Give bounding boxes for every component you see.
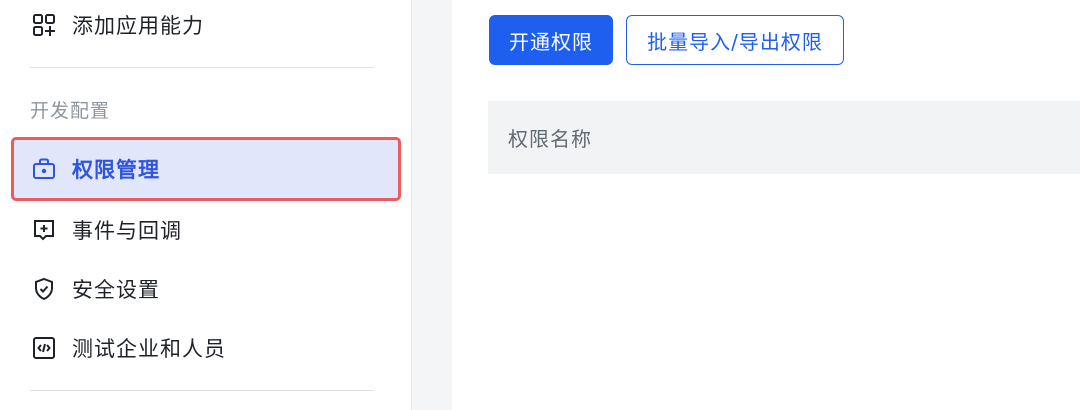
layout-gutter: [411, 0, 452, 410]
sidebar-item-label: 测试企业和人员: [72, 337, 226, 361]
sidebar-item-label: 事件与回调: [72, 219, 182, 243]
add-grid-icon: [30, 11, 58, 39]
sidebar-item-permission-management[interactable]: 权限管理: [11, 137, 401, 201]
bulk-import-export-button[interactable]: 批量导入/导出权限: [626, 15, 844, 65]
section-title: 开发配置: [30, 100, 111, 122]
sidebar: 添加应用能力 开发配置 权限管理 事件与回调 安全设置 测试企业和人员: [0, 0, 411, 410]
sidebar-item-label: 权限管理: [72, 158, 160, 182]
briefcase-icon: [30, 155, 58, 183]
enable-permission-button[interactable]: 开通权限: [489, 15, 613, 65]
sidebar-item-label: 安全设置: [72, 278, 160, 302]
sidebar-item-events-callbacks[interactable]: 事件与回调: [14, 201, 398, 259]
sidebar-item-add-app-capability[interactable]: 添加应用能力: [14, 0, 398, 54]
sidebar-divider: [30, 67, 374, 68]
sidebar-item-security-settings[interactable]: 安全设置: [14, 260, 398, 318]
sidebar-divider: [30, 390, 374, 391]
table-header: 权限名称: [488, 101, 1080, 174]
sidebar-item-test-enterprise-users[interactable]: 测试企业和人员: [14, 319, 398, 377]
plus-square-icon: [30, 216, 58, 244]
sidebar-item-label: 添加应用能力: [72, 14, 204, 38]
code-square-icon: [30, 334, 58, 362]
column-header-permission-name: 权限名称: [508, 127, 592, 151]
shield-check-icon: [30, 275, 58, 303]
main-content: 开通权限 批量导入/导出权限 权限名称: [452, 0, 1080, 410]
